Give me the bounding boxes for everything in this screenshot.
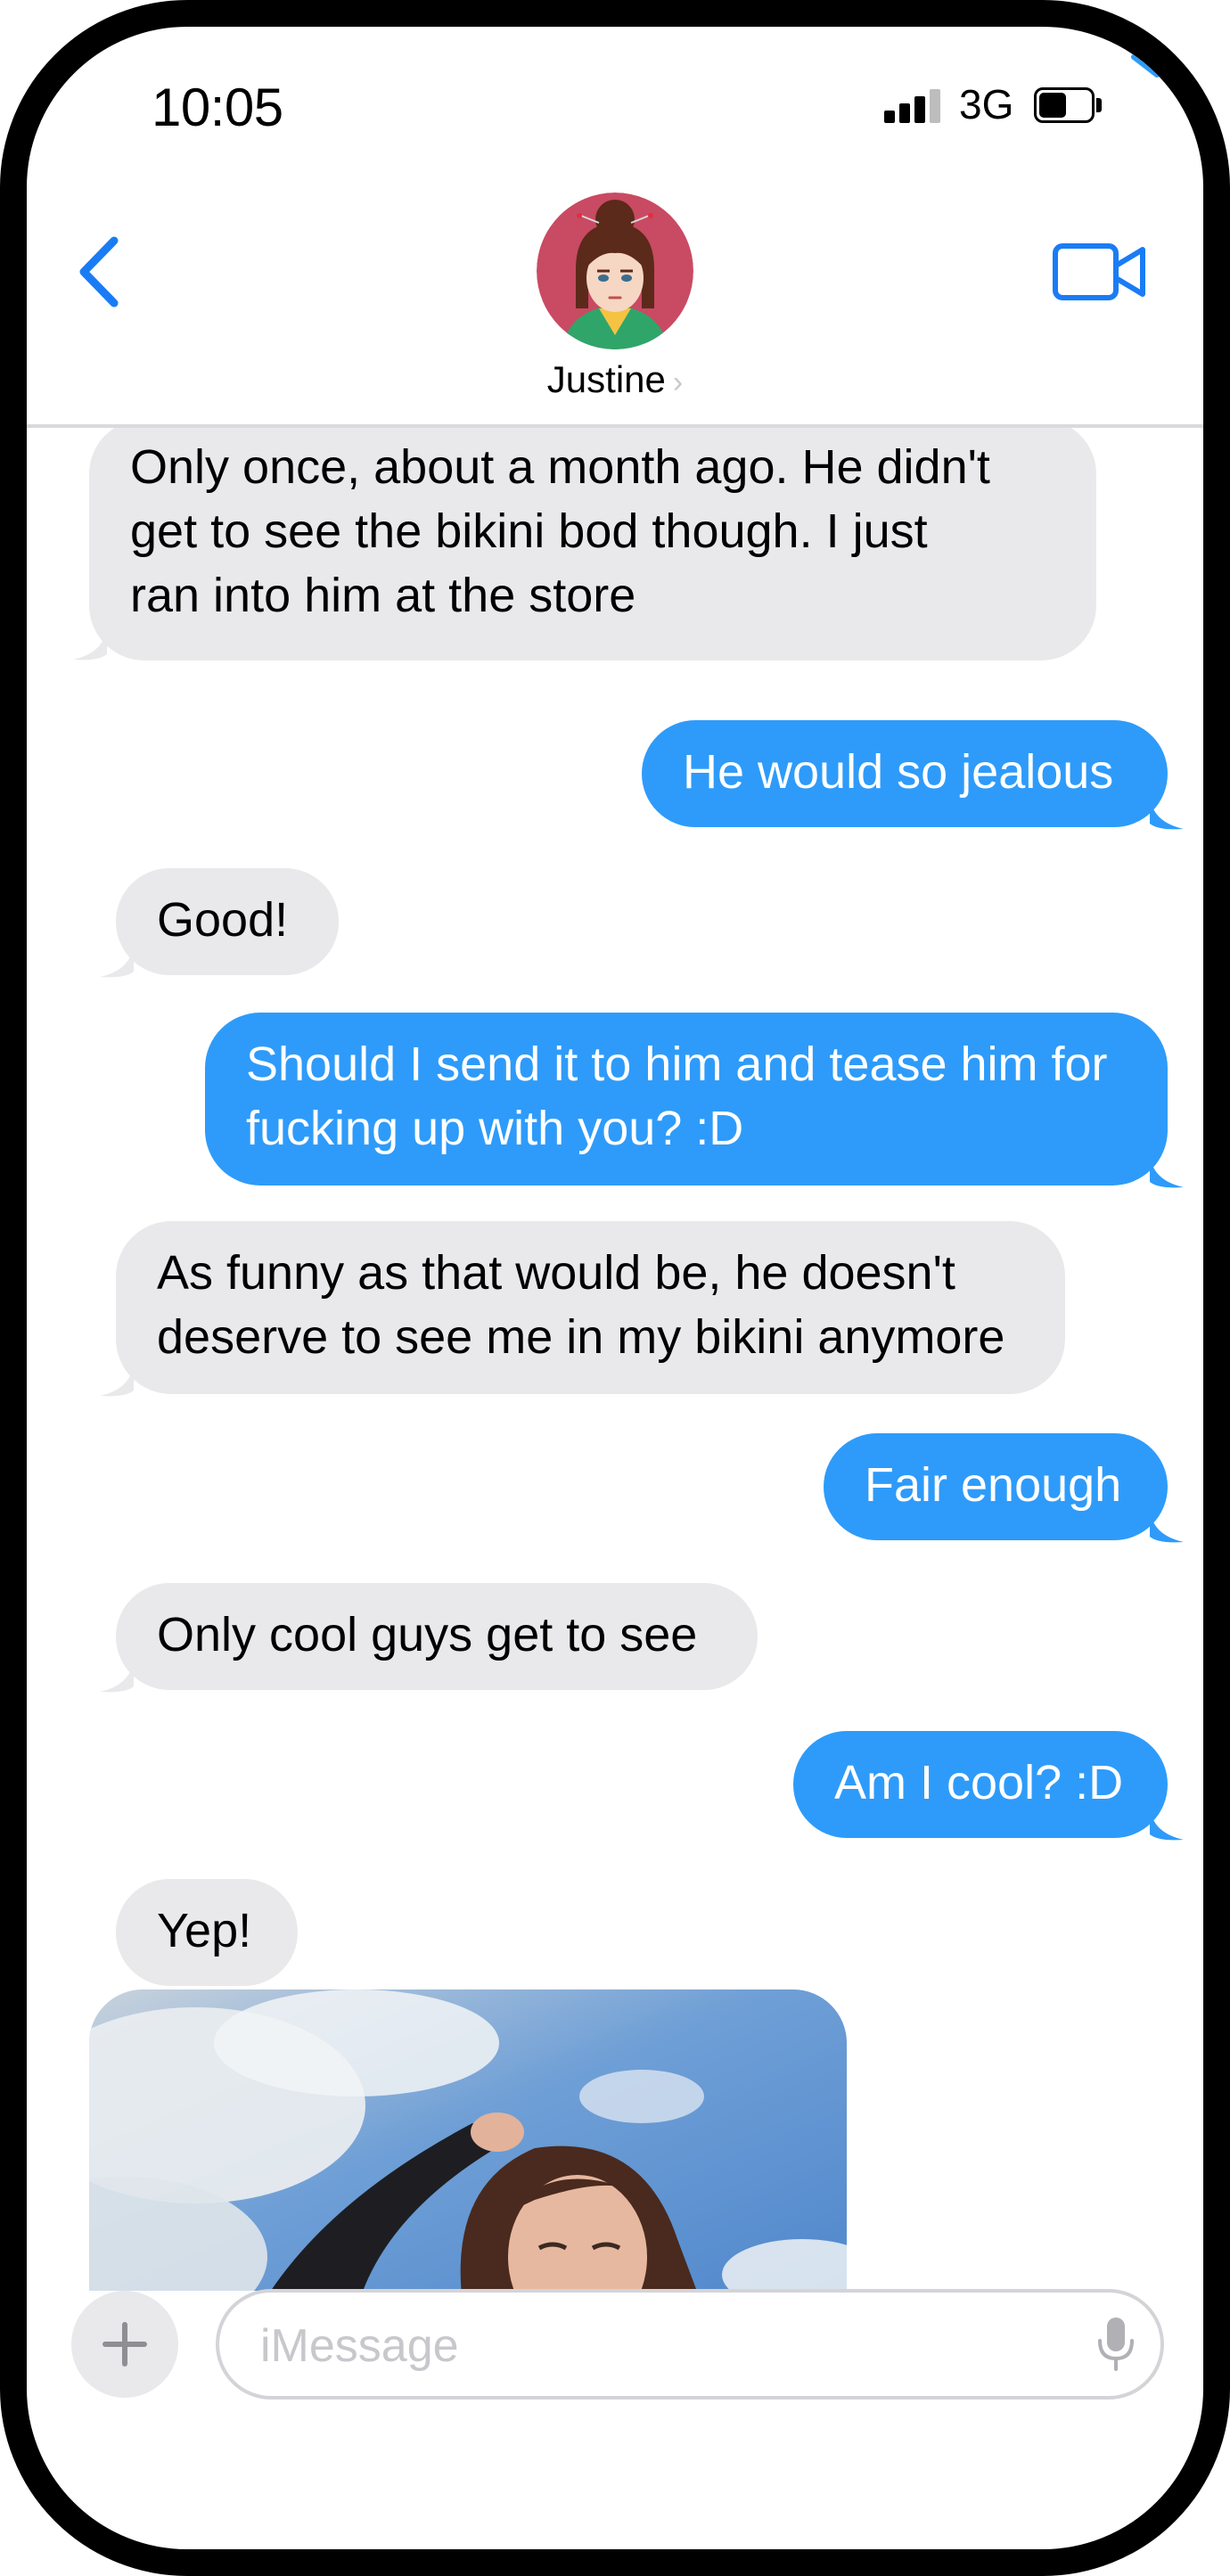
bubble-tail xyxy=(100,1658,134,1693)
contact-name[interactable]: Justine › xyxy=(27,358,1203,401)
microphone-icon[interactable] xyxy=(1096,2316,1136,2373)
add-attachment-button[interactable] xyxy=(71,2291,178,2398)
bubble-tail xyxy=(73,626,107,660)
signal-icon xyxy=(884,89,941,123)
bubble-tail xyxy=(100,1362,134,1397)
incoming-message[interactable]: Good! xyxy=(116,868,339,975)
video-camera-icon[interactable] xyxy=(1052,232,1150,312)
pencil-tip-icon xyxy=(1131,54,1160,78)
screen: 10:05 3G Justine › Only once, about a mo… xyxy=(27,27,1203,2549)
photo-attachment[interactable] xyxy=(89,1989,847,2291)
avatar[interactable] xyxy=(537,193,693,349)
incoming-message[interactable]: Yep! xyxy=(116,1879,298,1986)
composer-bar: iMessage xyxy=(27,2282,1203,2407)
chevron-right-icon: › xyxy=(672,365,684,399)
battery-icon xyxy=(1034,87,1103,125)
bubble-tail xyxy=(1150,1508,1184,1543)
bubble-tail xyxy=(100,943,134,978)
phone-frame: 10:05 3G Justine › Only once, about a mo… xyxy=(0,0,1230,2576)
incoming-message[interactable]: Only cool guys get to see xyxy=(116,1583,758,1690)
plus-icon xyxy=(102,2322,147,2367)
incoming-message[interactable]: As funny as that would be, he doesn't de… xyxy=(116,1221,1065,1394)
contact-name-label: Justine xyxy=(546,358,666,400)
message-input-placeholder: iMessage xyxy=(260,2320,459,2372)
outgoing-message[interactable]: Fair enough xyxy=(824,1433,1168,1540)
outgoing-message[interactable]: He would so jealous xyxy=(642,720,1168,827)
bubble-tail xyxy=(1150,1806,1184,1841)
network-type: 3G xyxy=(959,81,1014,127)
bubble-tail xyxy=(1150,1153,1184,1188)
incoming-message[interactable]: Only once, about a month ago. He didn't … xyxy=(89,428,1096,660)
outgoing-message[interactable]: Should I send it to him and tease him fo… xyxy=(205,1013,1168,1185)
outgoing-message[interactable]: Am I cool? :D xyxy=(793,1731,1168,1838)
status-time: 10:05 xyxy=(152,78,283,137)
message-input[interactable]: iMessage xyxy=(216,2289,1164,2400)
bubble-tail xyxy=(1150,795,1184,830)
back-chevron-icon[interactable] xyxy=(62,223,134,321)
message-thread[interactable]: Only once, about a month ago. He didn't … xyxy=(27,428,1203,2291)
